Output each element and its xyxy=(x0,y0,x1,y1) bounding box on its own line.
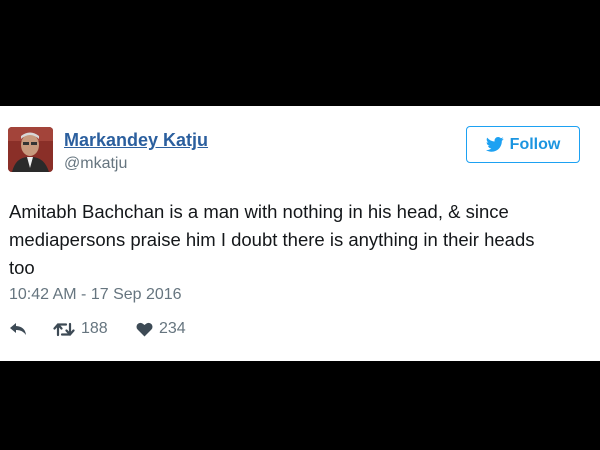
follow-label: Follow xyxy=(509,135,561,153)
tweet-timestamp[interactable]: 10:42 AM - 17 Sep 2016 xyxy=(9,286,182,304)
reply-button[interactable] xyxy=(9,322,53,336)
tweet-text-line: mediapersons praise him I doubt there is… xyxy=(9,229,535,250)
reply-icon xyxy=(10,323,26,335)
like-count: 234 xyxy=(159,320,186,337)
author-handle: @mkatju xyxy=(64,155,128,172)
twitter-bird-icon xyxy=(485,137,504,152)
retweet-count: 188 xyxy=(81,320,108,337)
avatar[interactable] xyxy=(8,127,53,172)
tweet-actions: 188 234 xyxy=(9,318,186,340)
author-name[interactable]: Markandey Katju xyxy=(64,130,208,151)
like-button[interactable]: 234 xyxy=(136,320,186,338)
profile-photo-icon xyxy=(8,127,53,172)
heart-icon xyxy=(136,322,153,336)
follow-button[interactable]: Follow xyxy=(466,126,580,163)
tweet-text-line: Amitabh Bachchan is a man with nothing i… xyxy=(9,201,509,222)
retweet-icon xyxy=(53,322,75,336)
tweet-card: Markandey Katju @mkatju Follow Amitabh B… xyxy=(0,106,600,361)
tweet-text-line: too xyxy=(9,257,35,278)
retweet-button[interactable]: 188 xyxy=(53,320,136,338)
tweet-text: Amitabh Bachchan is a man with nothing i… xyxy=(9,198,584,282)
